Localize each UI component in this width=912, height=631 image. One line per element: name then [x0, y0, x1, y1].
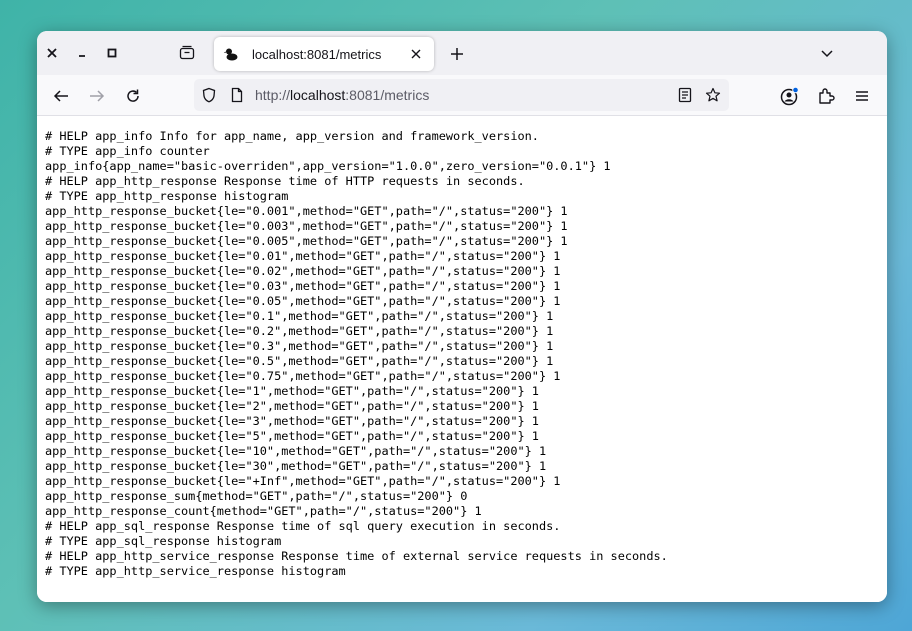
close-icon	[47, 48, 57, 58]
url-path: :8081/metrics	[345, 87, 430, 103]
navigation-toolbar: http://localhost:8081/metrics	[37, 75, 887, 116]
metrics-line: app_http_response_bucket{le="0.03",metho…	[45, 279, 561, 293]
metrics-line: app_http_response_bucket{le="3",method="…	[45, 414, 539, 428]
metrics-line: app_http_response_bucket{le="0.3",method…	[45, 339, 554, 353]
reader-view-icon[interactable]	[677, 87, 693, 103]
plus-icon	[451, 48, 463, 60]
metrics-line: app_http_response_sum{method="GET",path=…	[45, 489, 468, 503]
account-button[interactable]	[778, 84, 802, 108]
metrics-line: app_http_response_bucket{le="0.5",method…	[45, 354, 554, 368]
url-bar[interactable]: http://localhost:8081/metrics	[194, 79, 729, 111]
new-tab-button[interactable]	[446, 43, 468, 65]
app-menu-button[interactable]	[850, 84, 874, 108]
metrics-line: app_http_response_bucket{le="2",method="…	[45, 399, 539, 413]
puzzle-icon	[819, 88, 835, 104]
tab-strip: localhost:8081/metrics	[37, 31, 887, 75]
account-icon	[780, 86, 799, 106]
metrics-line: app_http_response_bucket{le="30",method=…	[45, 459, 547, 473]
metrics-line: app_http_response_bucket{le="5",method="…	[45, 429, 539, 443]
metrics-line: app_http_response_bucket{le="10",method=…	[45, 444, 547, 458]
reload-icon	[127, 89, 139, 102]
page-icon[interactable]	[229, 87, 245, 103]
metrics-line: app_http_response_bucket{le="0.1",method…	[45, 309, 554, 323]
metrics-line: app_http_response_bucket{le="0.005",meth…	[45, 234, 568, 248]
tab-close-button[interactable]	[408, 46, 424, 62]
metrics-line: # HELP app_http_response Response time o…	[45, 174, 525, 188]
metrics-text: # HELP app_info Info for app_name, app_v…	[45, 129, 668, 579]
metrics-line: # HELP app_sql_response Response time of…	[45, 519, 561, 533]
list-all-tabs-button[interactable]	[817, 43, 837, 63]
shield-icon[interactable]	[201, 87, 217, 103]
metrics-line: app_http_response_bucket{le="0.001",meth…	[45, 204, 568, 218]
url-text[interactable]: http://localhost:8081/metrics	[255, 87, 429, 103]
metrics-line: # TYPE app_sql_response histogram	[45, 534, 282, 548]
duck-icon	[223, 46, 239, 62]
maximize-window-button[interactable]	[101, 42, 123, 64]
close-window-button[interactable]	[41, 42, 63, 64]
back-button[interactable]	[49, 84, 73, 108]
metrics-line: app_http_response_bucket{le="0.05",metho…	[45, 294, 561, 308]
minimize-icon	[79, 55, 85, 57]
metrics-line: # TYPE app_http_service_response histogr…	[45, 564, 346, 578]
browser-window: localhost:8081/metrics http://localhost:…	[37, 31, 887, 602]
close-icon	[411, 49, 421, 59]
arrow-right-icon	[90, 90, 105, 102]
metrics-line: app_http_response_bucket{le="+Inf",metho…	[45, 474, 561, 488]
url-prefix: http://	[255, 87, 291, 103]
metrics-line: # TYPE app_info counter	[45, 144, 210, 158]
maximize-icon	[107, 48, 117, 58]
minimize-window-button[interactable]	[71, 42, 93, 64]
tab-title: localhost:8081/metrics	[252, 46, 382, 62]
tab-metrics[interactable]: localhost:8081/metrics	[214, 37, 434, 71]
metrics-line: app_http_response_bucket{le="0.01",metho…	[45, 249, 561, 263]
url-host: localhost	[290, 87, 346, 103]
firefox-view-button[interactable]	[176, 42, 198, 64]
firefox-view-icon	[179, 45, 195, 60]
arrow-left-icon	[53, 90, 68, 102]
metrics-line: app_info{app_name="basic-overriden",app_…	[45, 159, 611, 173]
metrics-line: app_http_response_bucket{le="1",method="…	[45, 384, 539, 398]
metrics-line: app_http_response_bucket{le="0.75",metho…	[45, 369, 561, 383]
bookmark-star-icon[interactable]	[705, 87, 721, 103]
metrics-line: # HELP app_http_service_response Respons…	[45, 549, 668, 563]
chevron-down-icon	[821, 50, 833, 58]
metrics-line: app_http_response_bucket{le="0.02",metho…	[45, 264, 561, 278]
forward-button[interactable]	[85, 84, 109, 108]
extensions-button[interactable]	[814, 84, 838, 108]
hamburger-menu-icon	[856, 91, 868, 101]
metrics-line: app_http_response_count{method="GET",pat…	[45, 504, 482, 518]
metrics-line: app_http_response_bucket{le="0.2",method…	[45, 324, 554, 338]
metrics-line: app_http_response_bucket{le="0.003",meth…	[45, 219, 568, 233]
reload-button[interactable]	[121, 84, 145, 108]
metrics-line: # HELP app_info Info for app_name, app_v…	[45, 129, 539, 143]
metrics-line: # TYPE app_http_response histogram	[45, 189, 289, 203]
page-content: # HELP app_info Info for app_name, app_v…	[37, 117, 887, 602]
